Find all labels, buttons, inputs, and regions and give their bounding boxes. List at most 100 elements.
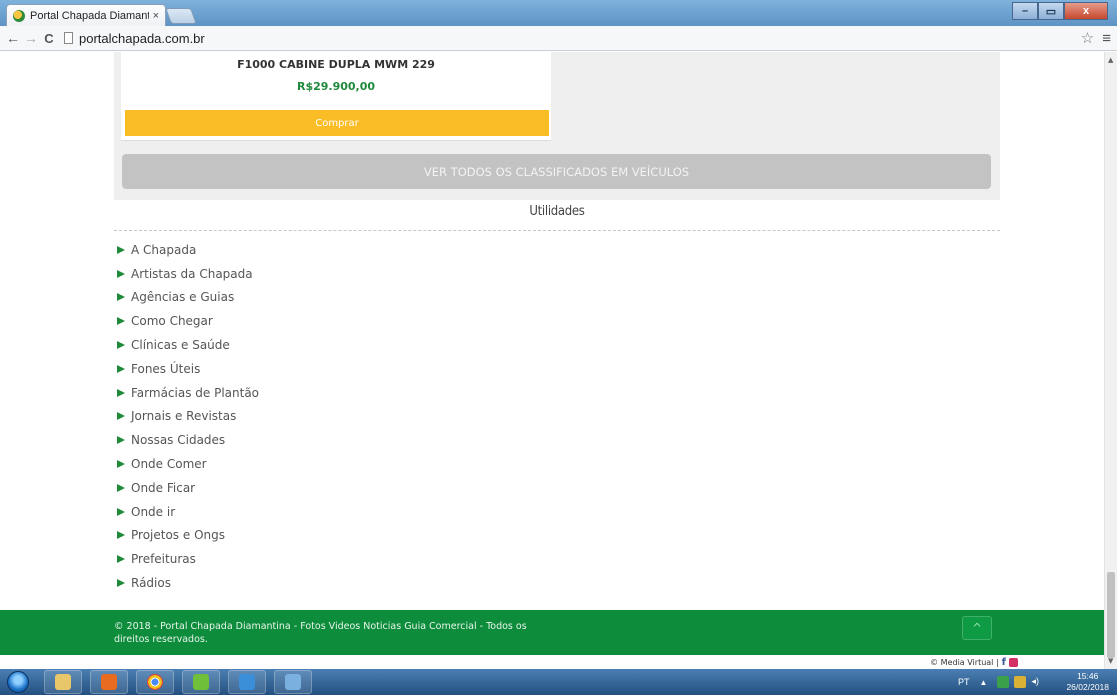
browser-toolbar: ← → C portalchapada.com.br ☆ ≡ [0, 26, 1117, 51]
listing-price: R$29.900,00 [296, 80, 376, 93]
link-label[interactable]: Farmácias de Plantão [131, 386, 259, 400]
link-label[interactable]: Nossas Cidades [131, 433, 225, 447]
clock-date: 26/02/2018 [1066, 682, 1109, 692]
link-label[interactable]: Onde ir [131, 505, 175, 519]
forward-icon[interactable]: → [22, 30, 40, 46]
arrow-right-icon [117, 245, 125, 254]
utilidades-list: A Chapada Artistas da Chapada Agências e… [117, 238, 259, 595]
scrollbar-thumb[interactable] [1107, 572, 1115, 658]
link-label[interactable]: Onde Comer [131, 457, 207, 471]
link-label[interactable]: Onde Ficar [131, 481, 195, 495]
url-text: portalchapada.com.br [79, 30, 205, 46]
tray-app-icon[interactable] [1014, 676, 1027, 688]
arrow-right-icon [117, 579, 125, 588]
reload-icon[interactable]: C [40, 31, 58, 46]
link-label[interactable]: Jornais e Revistas [131, 409, 236, 423]
list-item[interactable]: Farmácias de Plantão [117, 381, 259, 405]
site-footer: © 2018 - Portal Chapada Diamantina - Fot… [0, 610, 1104, 655]
list-item[interactable]: Onde Ficar [117, 476, 259, 500]
list-item[interactable]: Rádios [117, 571, 259, 595]
taskbar-explorer[interactable] [44, 670, 82, 694]
arrow-right-icon [117, 412, 125, 421]
menu-icon[interactable]: ≡ [1102, 30, 1111, 47]
taskbar-app[interactable] [182, 670, 220, 694]
back-to-top-button[interactable]: ^ [962, 616, 992, 640]
browser-titlebar: Portal Chapada Diamantin × – ▭ x [0, 0, 1117, 26]
browser-tab[interactable]: Portal Chapada Diamantin × [6, 4, 166, 26]
list-item[interactable]: Onde ir [117, 500, 259, 524]
vertical-scrollbar[interactable]: ▲ ▼ [1104, 52, 1117, 669]
classifieds-panel: F1000 CABINE DUPLA MWM 229 R$29.900,00 C… [114, 52, 1000, 200]
clock-time: 15:46 [1077, 671, 1099, 681]
link-label[interactable]: Fones Úteis [131, 362, 200, 376]
facebook-icon[interactable]: f [1002, 657, 1006, 668]
tray-app-icon[interactable] [997, 676, 1010, 688]
app-icon [193, 674, 209, 690]
arrow-right-icon [117, 507, 125, 516]
arrow-right-icon [117, 483, 125, 492]
paint-icon [285, 674, 301, 690]
taskbar-media[interactable] [90, 670, 128, 694]
list-item[interactable]: Nossas Cidades [117, 428, 259, 452]
list-item[interactable]: Agências e Guias [117, 286, 259, 310]
page-icon [64, 32, 73, 44]
language-indicator[interactable]: PT [958, 677, 970, 687]
media-player-icon [101, 674, 117, 690]
link-label[interactable]: Projetos e Ongs [131, 528, 225, 542]
link-label[interactable]: Clínicas e Saúde [131, 338, 230, 352]
link-label[interactable]: Agências e Guias [131, 290, 234, 304]
link-label[interactable]: Prefeituras [131, 552, 196, 566]
chevron-up-icon[interactable]: ▲ [980, 678, 988, 687]
arrow-right-icon [117, 364, 125, 373]
tab-close-icon[interactable]: × [153, 10, 159, 22]
list-item[interactable]: Jornais e Revistas [117, 405, 259, 429]
new-tab-button[interactable] [165, 8, 197, 24]
taskbar-paint[interactable] [274, 670, 312, 694]
arrow-right-icon [117, 555, 125, 564]
scroll-up-icon[interactable]: ▲ [1108, 56, 1113, 64]
list-item[interactable]: Onde Comer [117, 452, 259, 476]
list-item[interactable]: Prefeituras [117, 547, 259, 571]
list-item[interactable]: Como Chegar [117, 309, 259, 333]
maximize-button[interactable]: ▭ [1038, 2, 1064, 20]
arrow-right-icon [117, 460, 125, 469]
chevron-up-icon: ^ [971, 621, 983, 635]
minimize-button[interactable]: – [1012, 2, 1038, 20]
list-item[interactable]: Fones Úteis [117, 357, 259, 381]
window-controls: – ▭ x [1012, 2, 1108, 20]
link-label[interactable]: Rádios [131, 576, 171, 590]
list-item[interactable]: Artistas da Chapada [117, 262, 259, 286]
listing-title[interactable]: F1000 CABINE DUPLA MWM 229 [121, 58, 551, 71]
developer-credit: © Media Virtual | f [930, 655, 1018, 669]
taskbar-chrome[interactable] [136, 670, 174, 694]
credit-text[interactable]: © Media Virtual | [930, 658, 999, 667]
list-item[interactable]: Clínicas e Saúde [117, 333, 259, 357]
arrow-right-icon [117, 293, 125, 302]
system-clock[interactable]: 15:46 26/02/2018 [1066, 671, 1109, 693]
site-favicon-icon [13, 9, 25, 22]
link-label[interactable]: Como Chegar [131, 314, 213, 328]
star-icon[interactable]: ☆ [1081, 29, 1094, 47]
scroll-down-icon[interactable]: ▼ [1108, 657, 1113, 665]
back-icon[interactable]: ← [4, 30, 22, 46]
folder-icon [55, 674, 71, 690]
list-item[interactable]: A Chapada [117, 238, 259, 262]
link-label[interactable]: Artistas da Chapada [131, 267, 253, 281]
all-classifieds-button[interactable]: VER TODOS OS CLASSIFICADOS EM VEÍCULOS [122, 154, 991, 189]
link-label[interactable]: A Chapada [131, 243, 196, 257]
app-icon [239, 674, 255, 690]
utilidades-title: Utilidades [529, 204, 585, 219]
tab-title: Portal Chapada Diamantin [30, 9, 149, 22]
address-bar[interactable]: portalchapada.com.br [64, 28, 1081, 49]
windows-start-icon [7, 671, 29, 693]
start-button[interactable] [0, 669, 36, 695]
footer-copyright: © 2018 - Portal Chapada Diamantina - Fot… [114, 621, 527, 645]
list-item[interactable]: Projetos e Ongs [117, 524, 259, 548]
volume-icon[interactable]: ◂) [1031, 676, 1043, 688]
close-window-button[interactable]: x [1064, 2, 1108, 20]
arrow-right-icon [117, 531, 125, 540]
instagram-icon[interactable] [1009, 657, 1018, 667]
listing-card: F1000 CABINE DUPLA MWM 229 R$29.900,00 C… [121, 52, 551, 141]
buy-button[interactable]: Comprar [125, 110, 549, 136]
taskbar-app-2[interactable] [228, 670, 266, 694]
